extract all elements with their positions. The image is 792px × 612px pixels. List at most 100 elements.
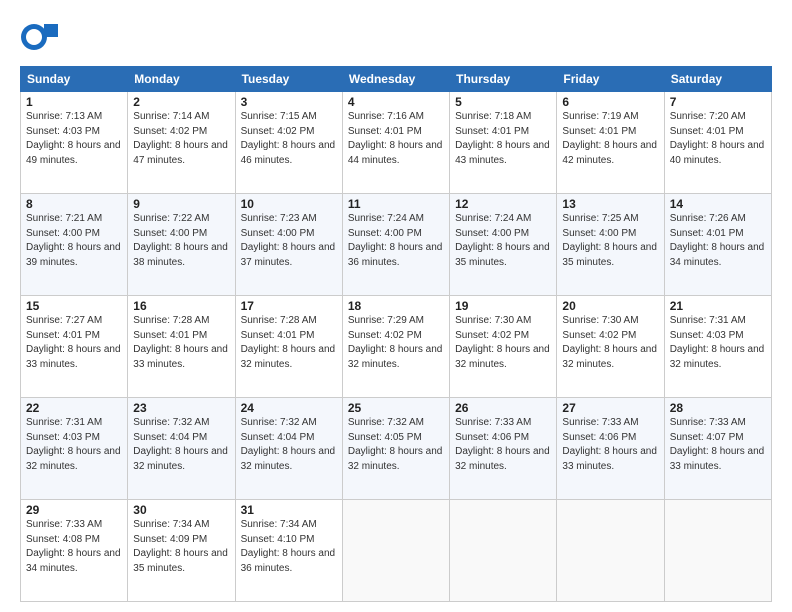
day-info: Sunrise: 7:18 AMSunset: 4:01 PMDaylight:… <box>455 110 551 168</box>
logo <box>20 18 64 56</box>
day-number: 16 <box>133 299 229 313</box>
day-number: 20 <box>562 299 658 313</box>
day-number: 26 <box>455 401 551 415</box>
calendar-cell: 22Sunrise: 7:31 AMSunset: 4:03 PMDayligh… <box>21 398 128 500</box>
calendar-cell: 6Sunrise: 7:19 AMSunset: 4:01 PMDaylight… <box>557 92 664 194</box>
day-info: Sunrise: 7:32 AMSunset: 4:05 PMDaylight:… <box>348 416 444 474</box>
day-info: Sunrise: 7:24 AMSunset: 4:00 PMDaylight:… <box>455 212 551 270</box>
day-info: Sunrise: 7:25 AMSunset: 4:00 PMDaylight:… <box>562 212 658 270</box>
day-number: 22 <box>26 401 122 415</box>
calendar-table: SundayMondayTuesdayWednesdayThursdayFrid… <box>20 66 772 602</box>
day-number: 27 <box>562 401 658 415</box>
calendar-cell: 17Sunrise: 7:28 AMSunset: 4:01 PMDayligh… <box>235 296 342 398</box>
day-number: 11 <box>348 197 444 211</box>
calendar-cell: 24Sunrise: 7:32 AMSunset: 4:04 PMDayligh… <box>235 398 342 500</box>
day-number: 23 <box>133 401 229 415</box>
calendar-cell: 7Sunrise: 7:20 AMSunset: 4:01 PMDaylight… <box>664 92 771 194</box>
day-number: 17 <box>241 299 337 313</box>
calendar-cell: 11Sunrise: 7:24 AMSunset: 4:00 PMDayligh… <box>342 194 449 296</box>
calendar-cell: 8Sunrise: 7:21 AMSunset: 4:00 PMDaylight… <box>21 194 128 296</box>
day-info: Sunrise: 7:13 AMSunset: 4:03 PMDaylight:… <box>26 110 122 168</box>
day-info: Sunrise: 7:34 AMSunset: 4:10 PMDaylight:… <box>241 518 337 576</box>
calendar-cell <box>557 500 664 602</box>
calendar-cell: 5Sunrise: 7:18 AMSunset: 4:01 PMDaylight… <box>450 92 557 194</box>
calendar-cell: 13Sunrise: 7:25 AMSunset: 4:00 PMDayligh… <box>557 194 664 296</box>
col-header-sunday: Sunday <box>21 67 128 92</box>
day-info: Sunrise: 7:24 AMSunset: 4:00 PMDaylight:… <box>348 212 444 270</box>
day-number: 5 <box>455 95 551 109</box>
col-header-friday: Friday <box>557 67 664 92</box>
day-info: Sunrise: 7:28 AMSunset: 4:01 PMDaylight:… <box>241 314 337 372</box>
day-info: Sunrise: 7:30 AMSunset: 4:02 PMDaylight:… <box>455 314 551 372</box>
calendar-cell: 10Sunrise: 7:23 AMSunset: 4:00 PMDayligh… <box>235 194 342 296</box>
day-number: 12 <box>455 197 551 211</box>
calendar-cell: 16Sunrise: 7:28 AMSunset: 4:01 PMDayligh… <box>128 296 235 398</box>
calendar-cell: 9Sunrise: 7:22 AMSunset: 4:00 PMDaylight… <box>128 194 235 296</box>
day-info: Sunrise: 7:27 AMSunset: 4:01 PMDaylight:… <box>26 314 122 372</box>
day-info: Sunrise: 7:32 AMSunset: 4:04 PMDaylight:… <box>133 416 229 474</box>
day-info: Sunrise: 7:33 AMSunset: 4:08 PMDaylight:… <box>26 518 122 576</box>
col-header-wednesday: Wednesday <box>342 67 449 92</box>
calendar-cell: 23Sunrise: 7:32 AMSunset: 4:04 PMDayligh… <box>128 398 235 500</box>
day-number: 28 <box>670 401 766 415</box>
day-number: 19 <box>455 299 551 313</box>
day-number: 24 <box>241 401 337 415</box>
day-info: Sunrise: 7:31 AMSunset: 4:03 PMDaylight:… <box>670 314 766 372</box>
day-number: 29 <box>26 503 122 517</box>
calendar-cell: 30Sunrise: 7:34 AMSunset: 4:09 PMDayligh… <box>128 500 235 602</box>
day-number: 4 <box>348 95 444 109</box>
day-info: Sunrise: 7:16 AMSunset: 4:01 PMDaylight:… <box>348 110 444 168</box>
col-header-tuesday: Tuesday <box>235 67 342 92</box>
day-number: 1 <box>26 95 122 109</box>
day-info: Sunrise: 7:22 AMSunset: 4:00 PMDaylight:… <box>133 212 229 270</box>
calendar-cell: 2Sunrise: 7:14 AMSunset: 4:02 PMDaylight… <box>128 92 235 194</box>
day-number: 15 <box>26 299 122 313</box>
day-number: 25 <box>348 401 444 415</box>
day-info: Sunrise: 7:20 AMSunset: 4:01 PMDaylight:… <box>670 110 766 168</box>
day-info: Sunrise: 7:33 AMSunset: 4:06 PMDaylight:… <box>562 416 658 474</box>
day-number: 31 <box>241 503 337 517</box>
calendar-cell: 19Sunrise: 7:30 AMSunset: 4:02 PMDayligh… <box>450 296 557 398</box>
calendar-cell: 21Sunrise: 7:31 AMSunset: 4:03 PMDayligh… <box>664 296 771 398</box>
day-number: 10 <box>241 197 337 211</box>
day-info: Sunrise: 7:31 AMSunset: 4:03 PMDaylight:… <box>26 416 122 474</box>
calendar-cell: 14Sunrise: 7:26 AMSunset: 4:01 PMDayligh… <box>664 194 771 296</box>
col-header-monday: Monday <box>128 67 235 92</box>
calendar-cell: 25Sunrise: 7:32 AMSunset: 4:05 PMDayligh… <box>342 398 449 500</box>
calendar-cell: 20Sunrise: 7:30 AMSunset: 4:02 PMDayligh… <box>557 296 664 398</box>
day-number: 21 <box>670 299 766 313</box>
day-info: Sunrise: 7:21 AMSunset: 4:00 PMDaylight:… <box>26 212 122 270</box>
day-number: 7 <box>670 95 766 109</box>
calendar-cell: 15Sunrise: 7:27 AMSunset: 4:01 PMDayligh… <box>21 296 128 398</box>
calendar-cell <box>450 500 557 602</box>
day-info: Sunrise: 7:29 AMSunset: 4:02 PMDaylight:… <box>348 314 444 372</box>
day-number: 8 <box>26 197 122 211</box>
day-number: 13 <box>562 197 658 211</box>
calendar-cell: 1Sunrise: 7:13 AMSunset: 4:03 PMDaylight… <box>21 92 128 194</box>
calendar-cell: 27Sunrise: 7:33 AMSunset: 4:06 PMDayligh… <box>557 398 664 500</box>
day-number: 2 <box>133 95 229 109</box>
day-info: Sunrise: 7:28 AMSunset: 4:01 PMDaylight:… <box>133 314 229 372</box>
logo-icon <box>20 18 58 56</box>
page: SundayMondayTuesdayWednesdayThursdayFrid… <box>0 0 792 612</box>
calendar-cell <box>664 500 771 602</box>
day-number: 14 <box>670 197 766 211</box>
col-header-thursday: Thursday <box>450 67 557 92</box>
calendar-cell <box>342 500 449 602</box>
calendar-cell: 4Sunrise: 7:16 AMSunset: 4:01 PMDaylight… <box>342 92 449 194</box>
day-info: Sunrise: 7:33 AMSunset: 4:06 PMDaylight:… <box>455 416 551 474</box>
header <box>20 18 772 56</box>
day-number: 18 <box>348 299 444 313</box>
day-info: Sunrise: 7:15 AMSunset: 4:02 PMDaylight:… <box>241 110 337 168</box>
calendar-cell: 26Sunrise: 7:33 AMSunset: 4:06 PMDayligh… <box>450 398 557 500</box>
calendar-cell: 3Sunrise: 7:15 AMSunset: 4:02 PMDaylight… <box>235 92 342 194</box>
calendar-cell: 18Sunrise: 7:29 AMSunset: 4:02 PMDayligh… <box>342 296 449 398</box>
col-header-saturday: Saturday <box>664 67 771 92</box>
calendar-cell: 28Sunrise: 7:33 AMSunset: 4:07 PMDayligh… <box>664 398 771 500</box>
calendar-cell: 12Sunrise: 7:24 AMSunset: 4:00 PMDayligh… <box>450 194 557 296</box>
day-info: Sunrise: 7:23 AMSunset: 4:00 PMDaylight:… <box>241 212 337 270</box>
calendar-cell: 31Sunrise: 7:34 AMSunset: 4:10 PMDayligh… <box>235 500 342 602</box>
day-info: Sunrise: 7:34 AMSunset: 4:09 PMDaylight:… <box>133 518 229 576</box>
day-number: 30 <box>133 503 229 517</box>
day-info: Sunrise: 7:26 AMSunset: 4:01 PMDaylight:… <box>670 212 766 270</box>
